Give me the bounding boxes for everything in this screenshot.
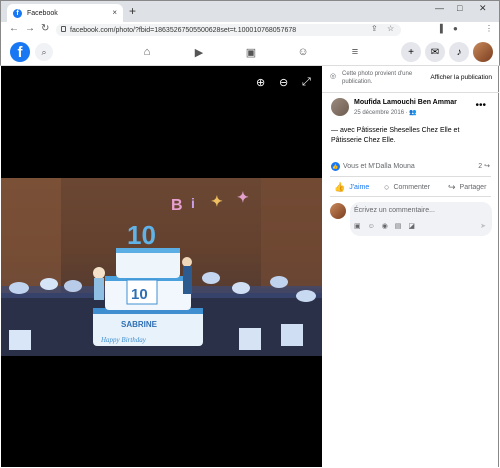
send-icon[interactable]: ➤	[480, 222, 486, 230]
comment-tools: ▣ ☺ ◉ ▤ ◪	[354, 222, 420, 230]
comment-placeholder: Écrivez un commentaire...	[354, 207, 435, 214]
video-icon[interactable]: ▶	[191, 44, 207, 60]
notifications-bell-icon[interactable]: ♪	[449, 42, 469, 62]
share-label: Partager	[459, 184, 487, 191]
divider	[330, 196, 491, 197]
post-date-text: 25 décembre 2016 ·	[354, 110, 410, 116]
maximize-button[interactable]: □	[457, 3, 462, 13]
reaction-summary[interactable]: 👍 Vous et M'Dalla Mouna	[331, 162, 415, 171]
address-bar-row: ← → ↻ facebook.com/photo/?fbid=186352675…	[0, 22, 500, 38]
comment-icon: ○	[384, 182, 390, 192]
search-icon[interactable]: ⌕	[35, 43, 53, 61]
home-icon[interactable]: ⌂	[139, 44, 155, 60]
tab-title: Facebook	[27, 10, 58, 17]
marketplace-icon[interactable]: ▣	[243, 44, 259, 60]
menu-icon[interactable]: ≡	[347, 44, 363, 60]
forward-arrow-icon[interactable]: →	[25, 23, 35, 34]
photo-viewer: ⊕ ⊖ ⤢ B i ✦ ✦ 10 10 SABRINE Happy Birthd…	[1, 66, 322, 467]
author-avatar[interactable]	[331, 98, 349, 116]
messenger-icon[interactable]: ✉	[425, 42, 445, 62]
share-icon[interactable]: ⇪	[371, 24, 378, 33]
bookmark-star-icon[interactable]: ☆	[387, 24, 394, 33]
comment-label: Commenter	[393, 183, 431, 191]
chrome-menu-icon[interactable]: ⋮	[485, 24, 493, 33]
sidebar-icon[interactable]: ▐	[437, 24, 443, 33]
view-post-link[interactable]: Afficher la publication	[430, 74, 492, 81]
post-text: — avec Pâtisserie Sheselles Chez Elle et…	[331, 127, 460, 144]
comment-button[interactable]: ○ Commenter	[384, 182, 430, 192]
avatar-sticker-icon[interactable]: ▣	[354, 223, 361, 230]
like-button[interactable]: 👍 J'aime	[334, 182, 369, 193]
post-date[interactable]: 25 décembre 2016 · 👥	[354, 109, 417, 116]
close-window-button[interactable]: ✕	[479, 3, 487, 14]
minimize-button[interactable]: —	[435, 3, 444, 13]
browser-tab[interactable]: f Facebook ×	[7, 4, 123, 23]
divider	[322, 92, 499, 93]
create-button[interactable]: +	[401, 42, 421, 62]
photo-source-notice: ◎ Cette photo provient d'une publication…	[330, 70, 494, 92]
sticker-icon[interactable]: ◪	[408, 223, 415, 230]
like-label: J'aime	[349, 184, 370, 191]
share-count-value: 2	[478, 163, 483, 170]
cake-name: SABRINE	[121, 320, 158, 329]
commenter-avatar	[330, 203, 346, 219]
emoji-icon[interactable]: ☺	[368, 223, 375, 230]
cake-birthday-text: Happy Birthday	[100, 336, 147, 344]
share-arrow-icon: ↪	[448, 182, 456, 192]
more-options-icon[interactable]: •••	[475, 100, 486, 111]
zoom-in-icon[interactable]: ⊕	[256, 76, 265, 89]
fullscreen-icon[interactable]: ⤢	[302, 76, 311, 89]
profile-icon[interactable]: ●	[453, 24, 458, 33]
url-input[interactable]: facebook.com/photo/?fbid=186352675055006…	[56, 24, 401, 36]
cake-topper-number: 10	[127, 220, 156, 250]
facebook-header: f ⌕ ⌂ ▶ ▣ ☺ ≡ + ✉ ♪	[0, 38, 500, 66]
cake-scene: B i ✦ ✦ 10 10 SABRINE Happy Birthday	[1, 178, 322, 356]
camera-icon[interactable]: ◉	[382, 223, 388, 230]
svg-text:✦: ✦	[211, 193, 223, 209]
author-name[interactable]: Moufida Lamouchi Ben Ammar	[354, 99, 457, 106]
browser-tab-bar: f Facebook × + — □ ✕	[0, 0, 500, 23]
lock-icon	[61, 26, 66, 32]
svg-text:✦: ✦	[237, 189, 249, 205]
birthday-cake-photo: B i ✦ ✦ 10 10 SABRINE Happy Birthday	[1, 178, 322, 356]
gif-icon[interactable]: ▤	[395, 223, 402, 230]
groups-icon[interactable]: ☺	[295, 44, 311, 60]
share-count-icon: ↪	[484, 163, 490, 170]
friends-audience-icon: 👥	[409, 110, 417, 116]
new-tab-button[interactable]: +	[129, 4, 136, 18]
url-text: facebook.com/photo/?fbid=186352675055006…	[70, 26, 297, 34]
divider	[330, 176, 491, 177]
post-sidebar: ◎ Cette photo provient d'une publication…	[322, 66, 499, 467]
facebook-favicon-icon: f	[13, 9, 22, 18]
share-button[interactable]: ↪ Partager	[448, 182, 486, 193]
reload-icon[interactable]: ↻	[41, 23, 49, 34]
notice-text: Cette photo provient d'une publication.	[342, 71, 413, 85]
zoom-out-icon[interactable]: ⊖	[279, 76, 288, 89]
reaction-names: Vous et M'Dalla Mouna	[343, 163, 415, 170]
thumbs-up-icon: 👍	[334, 182, 346, 192]
back-arrow-icon[interactable]: ←	[9, 23, 19, 34]
account-avatar[interactable]	[473, 42, 493, 62]
tab-close-button[interactable]: ×	[112, 8, 117, 17]
globe-icon: ◎	[330, 73, 337, 80]
cake-middle-number: 10	[131, 286, 148, 303]
comment-input[interactable]: Écrivez un commentaire... ▣ ☺ ◉ ▤ ◪ ➤	[350, 202, 492, 236]
share-count[interactable]: 2 ↪	[478, 162, 490, 170]
svg-text:i: i	[191, 195, 195, 211]
svg-text:B: B	[171, 197, 183, 214]
facebook-logo[interactable]: f	[10, 42, 30, 62]
like-reaction-icon: 👍	[331, 162, 340, 171]
